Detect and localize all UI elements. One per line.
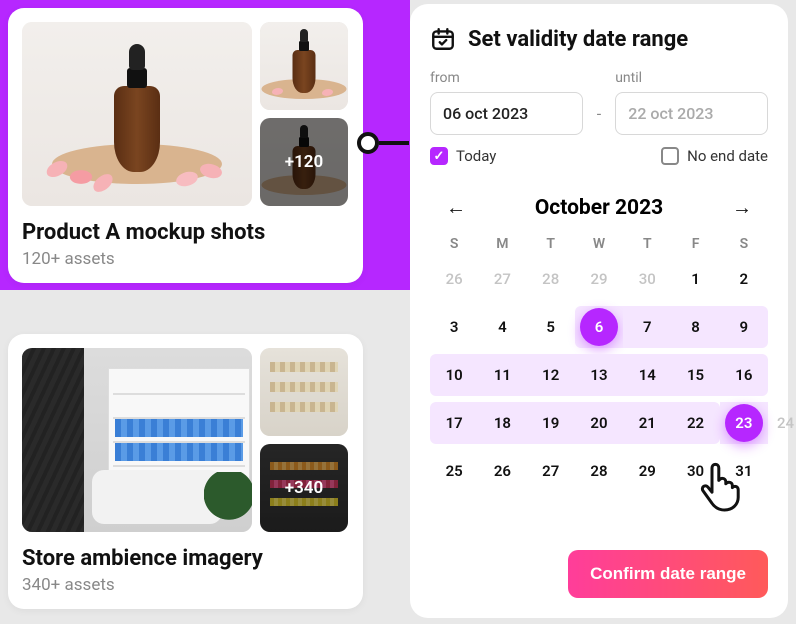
from-label: from — [430, 70, 583, 86]
calendar-icon — [430, 26, 456, 52]
more-count: +120 — [285, 152, 323, 172]
card-subtitle: 340+ assets — [22, 575, 349, 595]
until-label: until — [615, 70, 768, 86]
calendar-day[interactable]: 13 — [575, 354, 623, 396]
asset-main-image — [22, 348, 252, 532]
calendar-day[interactable]: 5 — [527, 306, 575, 348]
calendar-day[interactable]: 10 — [430, 354, 478, 396]
prev-month-button[interactable]: ← — [438, 191, 474, 224]
card-title: Product A mockup shots — [22, 220, 349, 245]
weekday: M — [478, 236, 526, 252]
calendar-day[interactable]: 7 — [623, 306, 671, 348]
card-title: Store ambience imagery — [22, 546, 349, 571]
weekday: S — [720, 236, 768, 252]
calendar-day[interactable]: 16 — [720, 354, 768, 396]
asset-main-image — [22, 22, 252, 206]
calendar-day[interactable]: 25 — [430, 450, 478, 492]
month-label: October 2023 — [535, 196, 663, 220]
weekday-header: SMTWTFS — [430, 236, 768, 252]
asset-thumb — [260, 22, 348, 110]
calendar-day[interactable]: 18 — [478, 402, 526, 444]
dash-separator: - — [597, 104, 601, 135]
today-label: Today — [456, 147, 496, 165]
connector-line — [363, 136, 409, 150]
date-range-panel: Set validity date range from 06 oct 2023… — [410, 4, 788, 618]
no-end-date-label: No end date — [687, 147, 768, 165]
calendar-day[interactable]: 26 — [478, 450, 526, 492]
calendar-day[interactable]: 20 — [575, 402, 623, 444]
calendar-day[interactable]: 24 — [777, 402, 794, 444]
calendar-day[interactable]: 27 — [527, 450, 575, 492]
panel-title: Set validity date range — [468, 27, 688, 52]
calendar-day[interactable]: 6 — [575, 306, 623, 348]
asset-card[interactable]: +120 Product A mockup shots 120+ assets — [8, 8, 363, 283]
calendar-day[interactable]: 2 — [720, 258, 768, 300]
more-count: +340 — [285, 478, 323, 498]
calendar-day[interactable]: 17 — [430, 402, 478, 444]
asset-thumb — [260, 348, 348, 436]
next-month-button[interactable]: → — [724, 191, 760, 224]
from-date-input[interactable]: 06 oct 2023 — [430, 92, 583, 135]
confirm-date-range-button[interactable]: Confirm date range — [568, 550, 768, 598]
calendar-day[interactable]: 15 — [671, 354, 719, 396]
calendar-day[interactable]: 29 — [575, 258, 623, 300]
weekday: W — [575, 236, 623, 252]
asset-thumb-more[interactable]: +120 — [260, 118, 348, 206]
weekday: F — [671, 236, 719, 252]
calendar-day[interactable]: 30 — [623, 258, 671, 300]
calendar-day[interactable]: 28 — [575, 450, 623, 492]
weekday: T — [623, 236, 671, 252]
asset-card[interactable]: +340 Store ambience imagery 340+ assets — [8, 334, 363, 609]
calendar-day[interactable]: 22 — [671, 402, 719, 444]
until-date-input[interactable]: 22 oct 2023 — [615, 92, 768, 135]
no-end-date-checkbox[interactable] — [661, 147, 679, 165]
calendar-day[interactable]: 3 — [430, 306, 478, 348]
calendar-day[interactable]: 26 — [430, 258, 478, 300]
card-subtitle: 120+ assets — [22, 249, 349, 269]
calendar-day[interactable]: 21 — [623, 402, 671, 444]
calendar-day[interactable]: 31 — [720, 450, 768, 492]
calendar-day[interactable]: 8 — [671, 306, 719, 348]
today-checkbox[interactable] — [430, 147, 448, 165]
calendar-day[interactable]: 12 — [527, 354, 575, 396]
calendar-day[interactable]: 29 — [623, 450, 671, 492]
calendar-day[interactable]: 28 — [527, 258, 575, 300]
calendar-day[interactable]: 30 — [671, 450, 719, 492]
calendar-day[interactable]: 23 — [720, 402, 768, 444]
calendar-day[interactable]: 19 — [527, 402, 575, 444]
calendar-day[interactable]: 9 — [720, 306, 768, 348]
asset-thumb-more[interactable]: +340 — [260, 444, 348, 532]
calendar-day[interactable]: 14 — [623, 354, 671, 396]
calendar-day[interactable]: 11 — [478, 354, 526, 396]
weekday: T — [527, 236, 575, 252]
calendar-day[interactable]: 4 — [478, 306, 526, 348]
calendar-day[interactable]: 27 — [478, 258, 526, 300]
weekday: S — [430, 236, 478, 252]
calendar-day[interactable]: 1 — [671, 258, 719, 300]
